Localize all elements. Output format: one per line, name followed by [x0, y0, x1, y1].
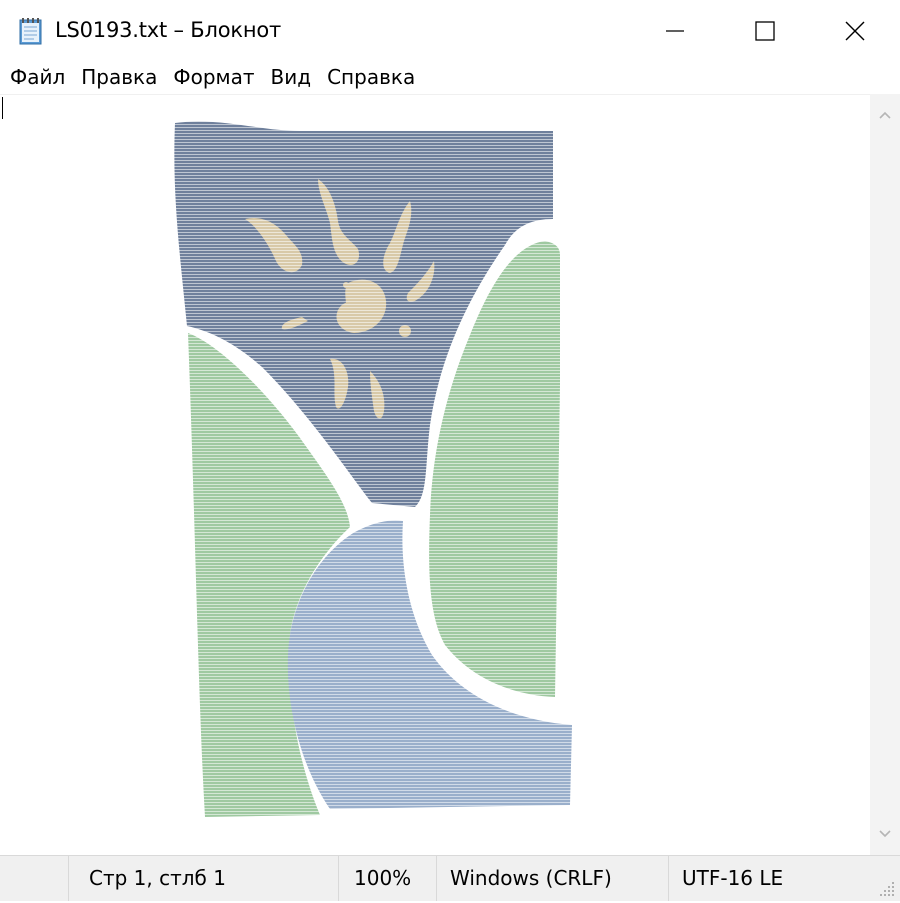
status-separator: [436, 856, 437, 901]
menu-view[interactable]: Вид: [263, 62, 320, 94]
chevron-up-icon: [879, 111, 891, 119]
resize-grip-icon[interactable]: [878, 879, 896, 897]
text-art-image: [170, 115, 580, 817]
zoom-level: 100%: [354, 866, 412, 890]
maximize-button[interactable]: [720, 0, 810, 62]
vertical-scrollbar[interactable]: [870, 94, 900, 855]
line-ending: Windows (CRLF): [450, 866, 612, 890]
status-bar: Стр 1, стлб 1 100% Windows (CRLF) UTF-16…: [0, 855, 900, 901]
scroll-up-button[interactable]: [870, 100, 900, 130]
menu-file[interactable]: Файл: [0, 62, 73, 94]
status-separator: [338, 856, 339, 901]
maximize-icon: [755, 21, 775, 41]
text-editor[interactable]: [0, 94, 870, 856]
menu-bar: Файл Правка Формат Вид Справка: [0, 62, 900, 94]
scroll-down-button[interactable]: [870, 819, 900, 849]
status-separator: [68, 856, 69, 901]
minimize-button[interactable]: [630, 0, 720, 62]
window-title: LS0193.txt – Блокнот: [55, 18, 282, 42]
close-button[interactable]: [810, 0, 900, 62]
minimize-icon: [666, 30, 684, 32]
status-separator: [668, 856, 669, 901]
menu-format[interactable]: Формат: [165, 62, 262, 94]
menu-help[interactable]: Справка: [319, 62, 423, 94]
menu-edit[interactable]: Правка: [73, 62, 165, 94]
encoding: UTF-16 LE: [682, 866, 784, 890]
chevron-down-icon: [879, 830, 891, 838]
title-bar[interactable]: LS0193.txt – Блокнот: [0, 0, 900, 62]
close-icon: [845, 21, 865, 41]
notepad-icon: [16, 16, 46, 46]
cursor-position: Стр 1, стлб 1: [89, 866, 226, 890]
